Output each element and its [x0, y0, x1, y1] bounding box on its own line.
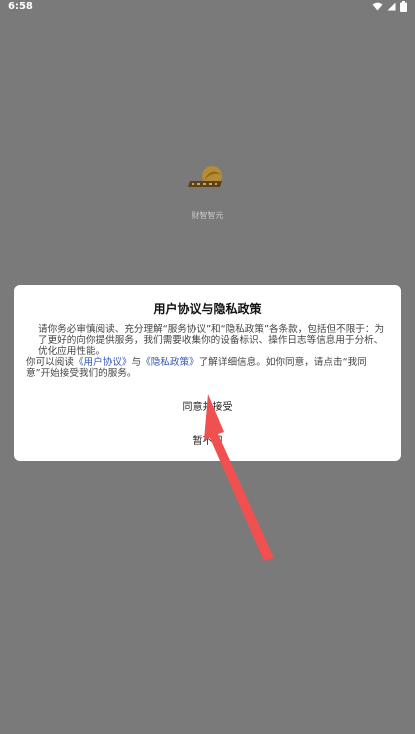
- dialog-title: 用户协议与隐私政策: [153, 302, 262, 316]
- privacy-policy-link[interactable]: 《隐私政策》: [141, 357, 199, 368]
- dialog-body: 请你务必审慎阅读、充分理解“服务协议”和“隐私政策”各条款，包括但不限于：为了更…: [26, 324, 388, 379]
- dialog-paragraph-2: 你可以阅读《用户协议》与《隐私政策》了解详细信息。如你同意，请点击“我同意”开始…: [26, 357, 388, 379]
- app-name: 财智智元: [191, 211, 224, 220]
- disagree-button[interactable]: 暂不同: [14, 432, 401, 447]
- status-time: 6:58: [8, 1, 33, 12]
- status-icons: [372, 1, 407, 12]
- wifi-icon: [372, 2, 383, 11]
- paragraph-2-and: 与: [131, 357, 142, 368]
- user-agreement-link[interactable]: 《用户协议》: [74, 357, 132, 368]
- battery-icon: [400, 1, 407, 12]
- user-agreement-dialog: 用户协议与隐私政策 请你务必审慎阅读、充分理解“服务协议”和“隐私政策”各条款，…: [14, 285, 401, 461]
- paragraph-2-prefix: 你可以阅读: [26, 357, 74, 368]
- dialog-paragraph-1: 请你务必审慎阅读、充分理解“服务协议”和“隐私政策”各条款，包括但不限于：为了更…: [38, 324, 385, 357]
- signal-icon: [387, 2, 396, 11]
- brand-logo-icon: [182, 160, 230, 208]
- agree-button[interactable]: 同意并接受: [14, 398, 401, 413]
- status-bar: 6:58: [0, 0, 415, 14]
